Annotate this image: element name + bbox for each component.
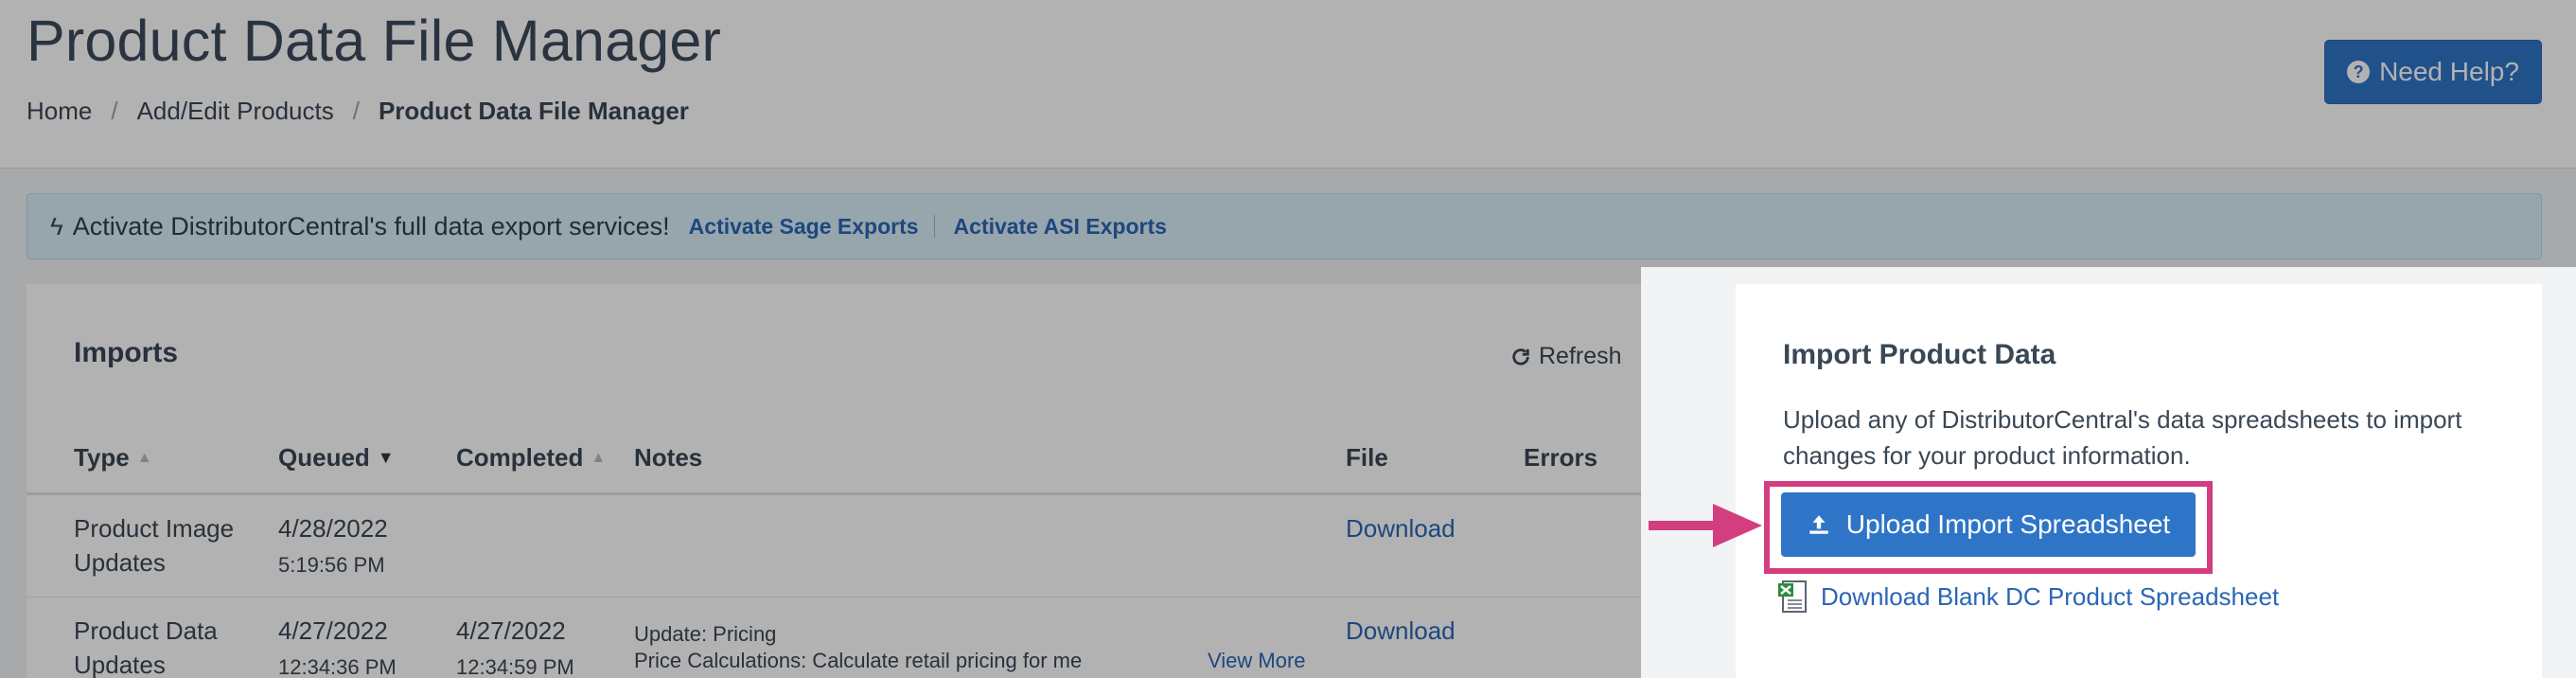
upload-import-spreadsheet-button[interactable]: Upload Import Spreadsheet bbox=[1781, 492, 2196, 557]
excel-file-icon bbox=[1778, 580, 1807, 613]
import-panel-description: Upload any of DistributorCentral's data … bbox=[1783, 405, 2462, 470]
dim-overlay bbox=[0, 267, 1641, 678]
upload-label: Upload Import Spreadsheet bbox=[1845, 509, 2171, 539]
upload-icon bbox=[1809, 515, 1828, 534]
download-blank-label: Download Blank DC Product Spreadsheet bbox=[1821, 581, 2280, 611]
dim-overlay bbox=[0, 0, 2576, 267]
import-panel-title: Import Product Data bbox=[1783, 339, 2056, 370]
pointer-arrow-icon bbox=[1649, 504, 1762, 547]
download-blank-spreadsheet-link[interactable]: Download Blank DC Product Spreadsheet bbox=[1777, 580, 2279, 614]
